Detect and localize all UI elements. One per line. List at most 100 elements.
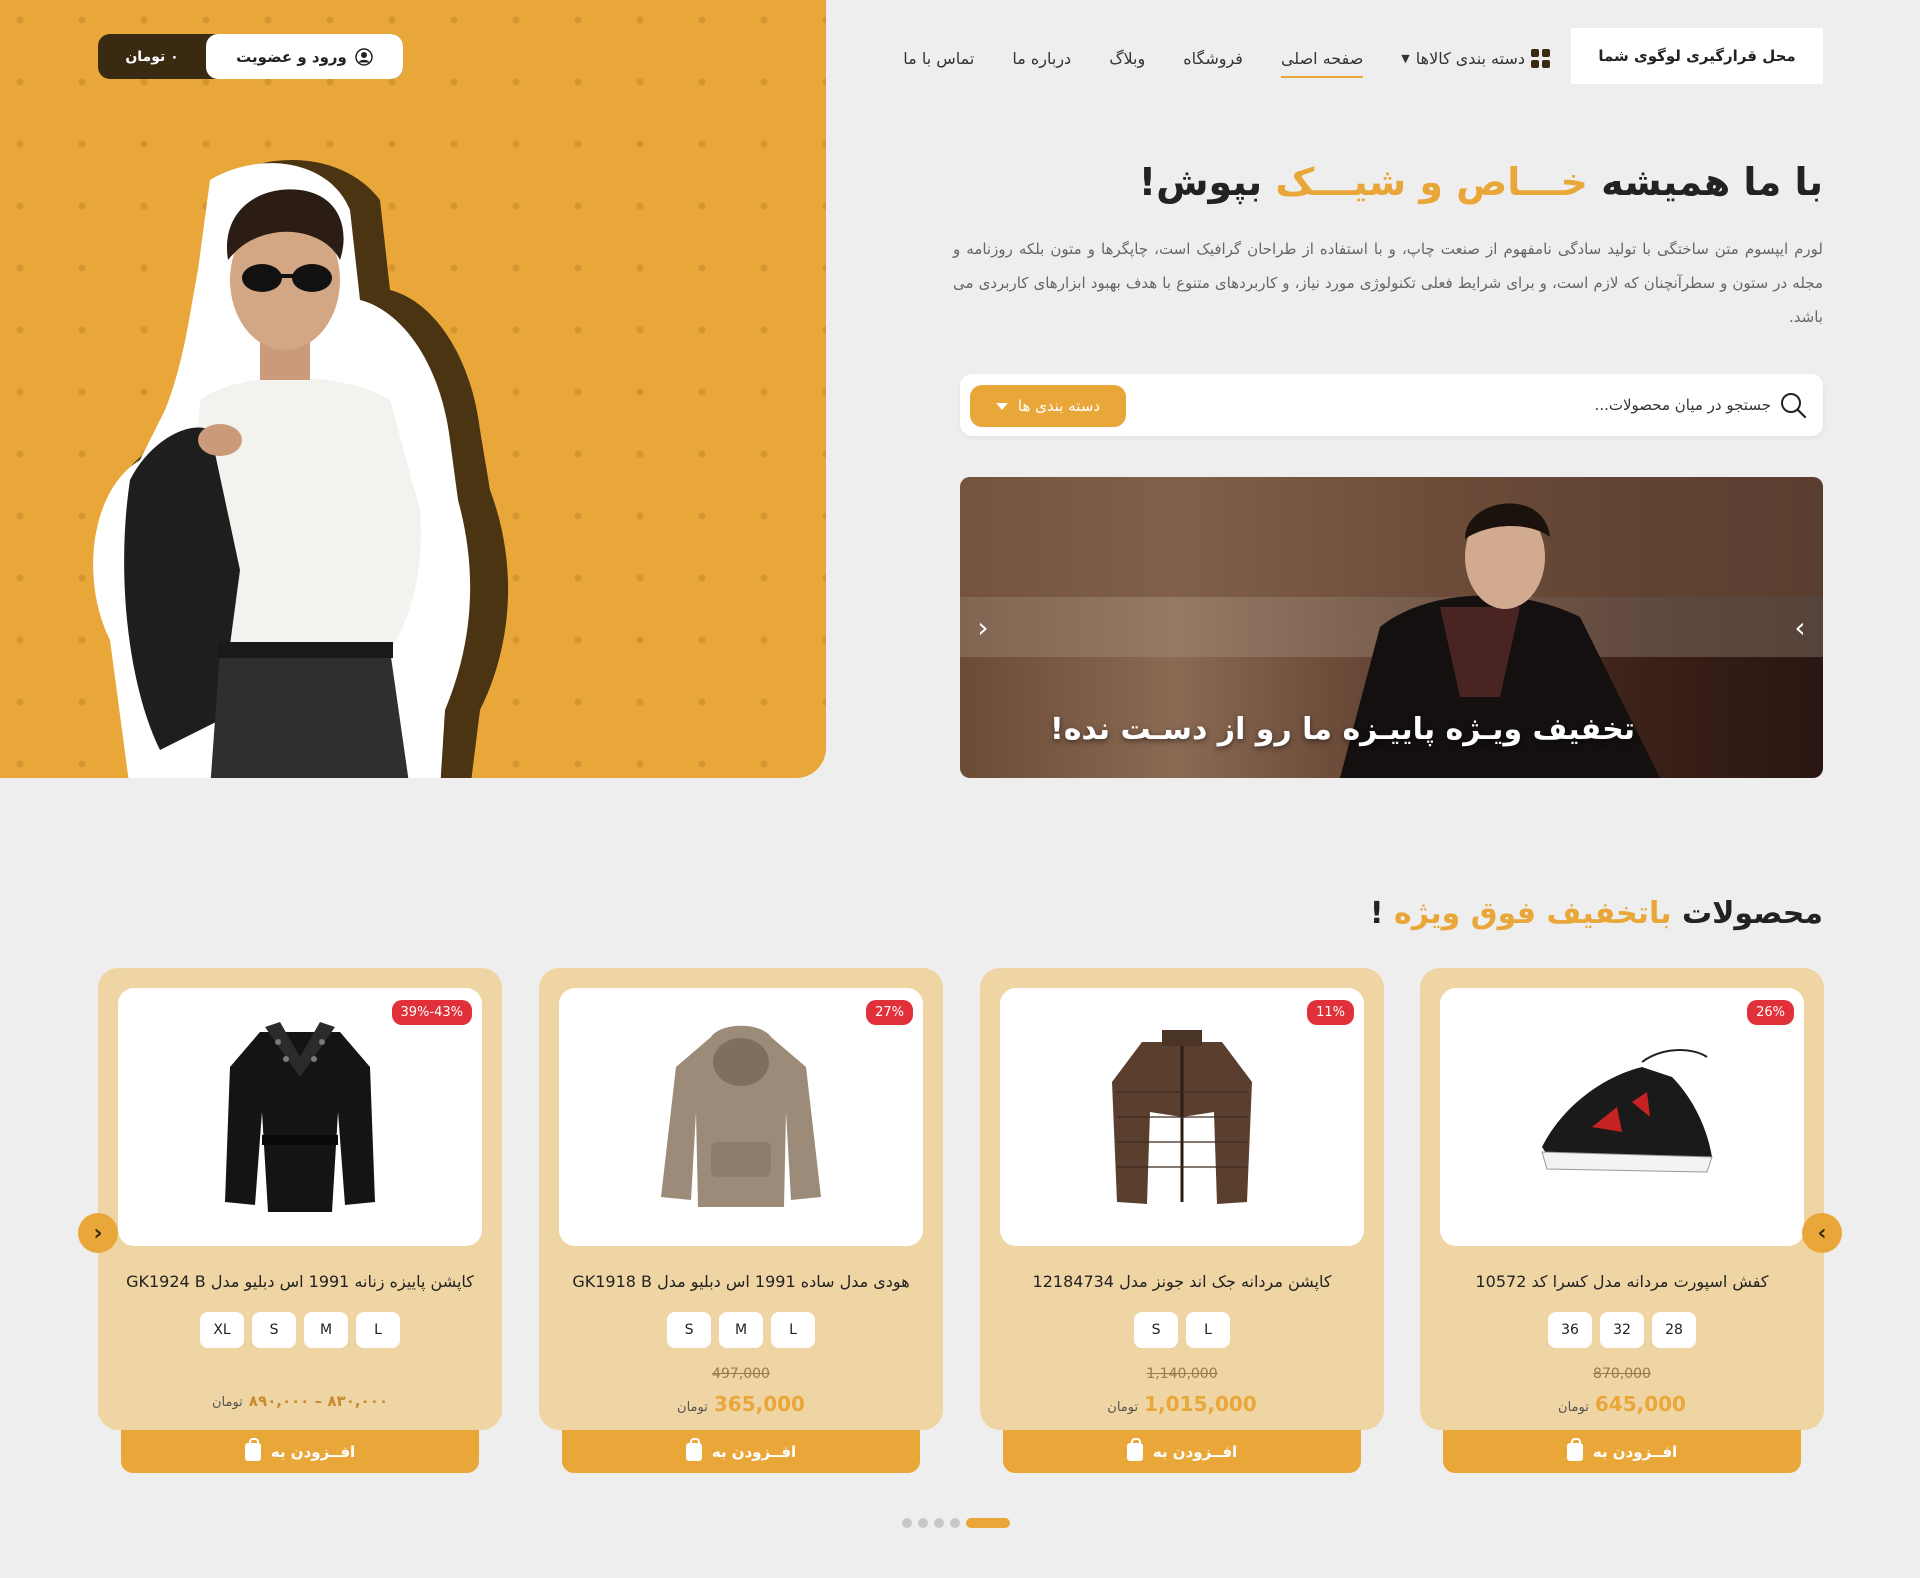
hero-title: با ما همیشه خـــاص و شیـــک بپوش! (1139, 160, 1823, 204)
add-to-cart-label: افــزودن به (1592, 1442, 1678, 1461)
pagination-dot-active[interactable] (966, 1518, 1010, 1528)
discount-badge: 39%-43% (391, 1000, 472, 1025)
size-option[interactable]: 32 (1600, 1312, 1644, 1348)
product-title[interactable]: کاپشن پاییزه زنانه 1991 اس دبلیو مدل GK1… (108, 1272, 492, 1291)
nav-categories-label: دسته بندی کالاها (1415, 48, 1525, 68)
add-to-cart-button[interactable]: افــزودن به (562, 1430, 920, 1473)
login-register-button[interactable]: ورود و عضویت (206, 34, 403, 79)
pagination-dot[interactable] (950, 1518, 960, 1528)
section-title-accent: باتخفیف فوق ویژه (1394, 896, 1672, 931)
search-input[interactable] (1371, 390, 1771, 420)
nav-about[interactable]: درباره ما (1012, 39, 1071, 78)
nav-about-label: درباره ما (1012, 48, 1072, 68)
nav-categories[interactable]: دسته بندی کالاها ▼ (1401, 39, 1550, 78)
old-price: 1,140,000 (1146, 1366, 1218, 1382)
product-image[interactable]: 11% (1000, 988, 1364, 1246)
hero-title-suffix: بپوش! (1138, 160, 1263, 204)
currency: تومان (211, 1395, 243, 1410)
size-options: L S (980, 1312, 1384, 1348)
login-label: ورود و عضویت (236, 47, 347, 66)
size-option[interactable]: 36 (1548, 1312, 1592, 1348)
product-image[interactable]: 26% (1440, 988, 1804, 1246)
size-option[interactable]: XL (200, 1312, 244, 1348)
slider-prev-arrow[interactable]: ‹ (968, 610, 998, 644)
old-price: 870,000 (1593, 1366, 1651, 1382)
main-nav: دسته بندی کالاها ▼ صفحه اصلی فروشگاه وبل… (903, 38, 1550, 78)
section-title: محصولات باتخفیف فوق ویژه ! (1370, 896, 1823, 931)
nav-contact[interactable]: تماس با ما (903, 39, 974, 78)
discount-badge: 27% (866, 1000, 913, 1025)
currency: تومان (1107, 1400, 1139, 1415)
old-price: 497,000 (712, 1366, 770, 1382)
currency: تومان (1558, 1400, 1589, 1415)
size-option[interactable]: 28 (1652, 1312, 1696, 1348)
product-image[interactable]: 27% (559, 988, 923, 1246)
size-option[interactable]: S (252, 1312, 296, 1348)
promo-slider: ‹ › تخفیف ویـژه پاییـزه ما رو از دسـت ند… (960, 477, 1823, 778)
product-card[interactable]: 27% هودی مدل ساده 1991 اس دبلیو مدل GK19… (539, 968, 943, 1430)
product-card[interactable]: 26% کفش اسپورت مردانه مدل کسرا کد 10572 … (1420, 968, 1824, 1430)
user-cart-pill: ۰ تومان ورود و عضویت (98, 34, 403, 79)
shopping-bag-icon (685, 1437, 702, 1461)
pagination-dot[interactable] (934, 1518, 944, 1528)
slider-next-arrow[interactable]: › (1785, 610, 1815, 644)
hero-description: لورم ایپسوم متن ساختگی با تولید سادگی نا… (953, 240, 1823, 326)
price-range: ۸۳۰,۰۰۰ – ۸۹۰,۰۰۰ (248, 1392, 389, 1410)
add-to-cart-button[interactable]: افــزودن به (121, 1430, 479, 1473)
hero-title-accent: خـــاص و شیـــک (1275, 160, 1588, 204)
add-to-cart-button[interactable]: افــزودن به (1003, 1430, 1361, 1473)
hero-title-prefix: با ما همیشه (1601, 160, 1823, 204)
size-option[interactable]: S (667, 1312, 711, 1348)
shopping-bag-icon (1566, 1437, 1583, 1461)
size-option[interactable]: M (304, 1312, 348, 1348)
search-icon[interactable] (1779, 391, 1807, 419)
chevron-down-icon: ▼ (1401, 51, 1410, 65)
size-option[interactable]: M (719, 1312, 763, 1348)
price-row: ۸۳۰,۰۰۰ – ۸۹۰,۰۰۰ تومان (98, 1392, 502, 1410)
price: 645,000 (1594, 1392, 1686, 1416)
slider-caption: تخفیف ویـژه پاییـزه ما رو از دسـت نده! (1050, 712, 1635, 747)
nav-shop-label: فروشگاه (1183, 48, 1243, 68)
sneaker-icon (1541, 1049, 1713, 1173)
shopping-bag-icon (244, 1437, 261, 1461)
logo-placeholder[interactable]: محل قرارگیری لوگوی شما (1571, 28, 1823, 84)
pagination-dot[interactable] (918, 1518, 928, 1528)
nav-home[interactable]: صفحه اصلی (1280, 39, 1364, 78)
section-title-suffix: ! (1369, 896, 1384, 931)
grid-icon (1531, 48, 1550, 68)
chevron-right-icon: › (1817, 1220, 1827, 1246)
chevron-left-icon: ‹ (93, 1220, 103, 1246)
size-options: L M S XL (98, 1312, 502, 1348)
product-card[interactable]: 39%-43% کاپشن پاییزه زنانه 1991 اس دبلیو… (98, 968, 502, 1430)
product-card[interactable]: 11% کاپشن مردانه جک اند جونز مدل 1218473… (980, 968, 1384, 1430)
category-dropdown-label: دسته بندی ها (1017, 397, 1101, 415)
carousel-prev-button[interactable]: ‹ (78, 1213, 118, 1253)
size-option[interactable]: L (1186, 1312, 1230, 1348)
pagination-dot[interactable] (902, 1518, 912, 1528)
size-option[interactable]: S (1134, 1312, 1178, 1348)
shopping-bag-icon (1126, 1437, 1143, 1461)
product-title[interactable]: هودی مدل ساده 1991 اس دبلیو مدل GK1918 B (549, 1272, 933, 1291)
product-title[interactable]: کفش اسپورت مردانه مدل کسرا کد 10572 (1430, 1272, 1814, 1291)
size-options: 28 32 36 (1420, 1312, 1824, 1348)
search-bar: دسته بندی ها (960, 374, 1823, 436)
caret-down-icon (995, 402, 1008, 410)
product-title[interactable]: کاپشن مردانه جک اند جونز مدل 12184734 (990, 1272, 1374, 1291)
nav-shop[interactable]: فروشگاه (1183, 39, 1243, 78)
price: 1,015,000 (1144, 1392, 1257, 1416)
cart-total[interactable]: ۰ تومان (98, 34, 206, 79)
nav-home-label: صفحه اصلی (1280, 48, 1364, 68)
hero-banner (0, 0, 826, 778)
price-row: 1,015,000 تومان (980, 1392, 1384, 1416)
add-to-cart-button[interactable]: افــزودن به (1443, 1430, 1801, 1473)
size-option[interactable]: L (356, 1312, 400, 1348)
size-option[interactable]: L (771, 1312, 815, 1348)
add-to-cart-label: افــزودن به (711, 1442, 797, 1461)
carousel-next-button[interactable]: › (1802, 1213, 1842, 1253)
nav-blog[interactable]: وبلاگ (1109, 39, 1145, 78)
category-dropdown[interactable]: دسته بندی ها (970, 385, 1126, 427)
discount-badge: 11% (1307, 1000, 1354, 1025)
product-image[interactable]: 39%-43% (118, 988, 482, 1246)
coat-icon (225, 1022, 375, 1212)
add-to-cart-label: افــزودن به (270, 1442, 356, 1461)
